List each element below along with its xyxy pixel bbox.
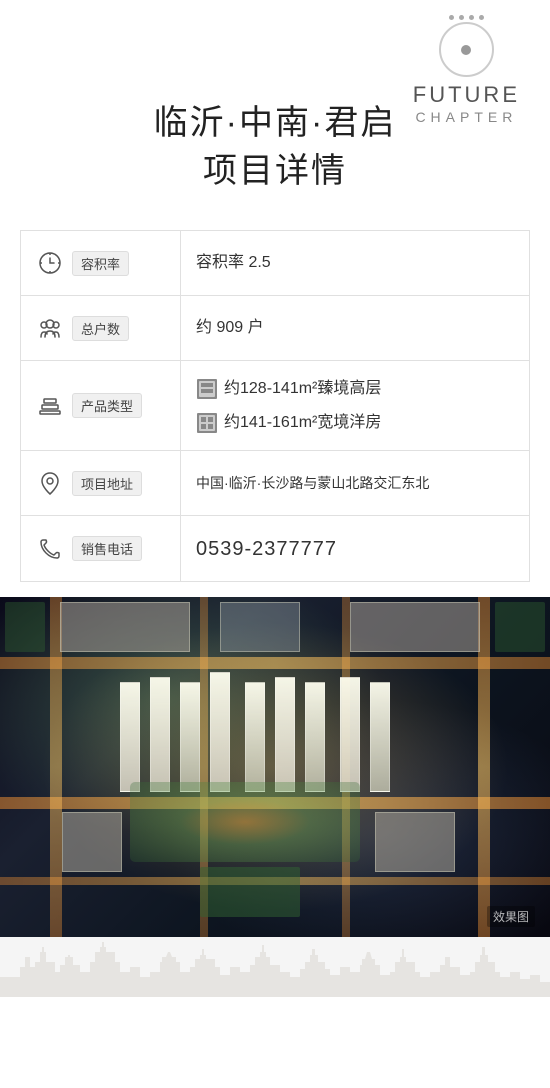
green-area-2 (495, 602, 545, 652)
product-value-2: 约141-161m²宽境洋房 (224, 410, 381, 436)
label-tag-address: 项目地址 (72, 471, 142, 496)
city-overlay (0, 597, 550, 937)
building-block-2 (220, 602, 300, 652)
info-value-product-type: 约128-141m²臻境高层 约141-161m²宽境洋房 (181, 361, 529, 450)
info-row-address: 项目地址 中国·临沂·长沙路与蒙山北路交汇东北 (21, 451, 529, 516)
info-label-household: 总户数 (21, 296, 181, 360)
aerial-image-section: 效果图 (0, 597, 550, 937)
tower-8 (340, 677, 360, 792)
logo-dot-4 (479, 15, 484, 20)
green-area-3 (5, 602, 45, 652)
info-table: 容积率 容积率 2.5 总户数 (20, 230, 530, 582)
chapter-text: CHAPTER (413, 108, 520, 128)
logo-dot-3 (469, 15, 474, 20)
product-value-1: 约128-141m²臻境高层 (224, 376, 381, 402)
road-horizontal-1 (0, 657, 550, 669)
household-value: 约 909 户 (196, 315, 514, 341)
label-tag-product-type: 产品类型 (72, 393, 142, 418)
phone-value: 0539-2377777 (196, 533, 514, 565)
title-line2: 项目详情 (30, 148, 520, 196)
logo-dot-2 (459, 15, 464, 20)
plot-ratio-value: 容积率 2.5 (196, 250, 514, 276)
info-label-phone: 销售电话 (21, 516, 181, 581)
skyline-svg (0, 937, 550, 997)
product-item-2: 约141-161m²宽境洋房 (196, 410, 514, 436)
info-value-household: 约 909 户 (181, 296, 529, 360)
plot-ratio-icon (36, 249, 64, 277)
tower-3 (180, 682, 200, 792)
info-row-product-type: 产品类型 约128-141m²臻境高层 (21, 361, 529, 451)
watermark: 效果图 (487, 906, 535, 927)
label-tag-household: 总户数 (72, 316, 129, 341)
info-label-plot-ratio: 容积率 (21, 231, 181, 295)
tower-7 (305, 682, 325, 792)
main-development (100, 672, 400, 792)
tower-2 (150, 677, 170, 792)
info-row-plot-ratio: 容积率 容积率 2.5 (21, 231, 529, 296)
tower-5 (245, 682, 265, 792)
household-icon (36, 314, 64, 342)
future-text: FUTURE (413, 82, 520, 108)
lower-block-1 (62, 812, 122, 872)
header-section: FUTURE CHAPTER 临沂·中南·君启 项目详情 (0, 0, 550, 220)
building-block-1 (60, 602, 190, 652)
phone-icon (36, 535, 64, 563)
lower-block-2 (375, 812, 455, 872)
tower-1 (120, 682, 140, 792)
central-garden (130, 782, 360, 862)
info-value-phone: 0539-2377777 (181, 516, 529, 581)
address-value: 中国·临沂·长沙路与蒙山北路交汇东北 (196, 472, 514, 494)
future-chapter-logo: FUTURE CHAPTER (413, 15, 520, 128)
green-area-1 (200, 867, 300, 917)
logo-circle-inner (461, 45, 471, 55)
building-block-3 (350, 602, 480, 652)
info-label-address: 项目地址 (21, 451, 181, 515)
logo-dot-1 (449, 15, 454, 20)
info-label-product-type: 产品类型 (21, 361, 181, 450)
info-row-phone: 销售电话 0539-2377777 (21, 516, 529, 581)
info-value-address: 中国·临沂·长沙路与蒙山北路交汇东北 (181, 451, 529, 515)
info-value-plot-ratio: 容积率 2.5 (181, 231, 529, 295)
product-type-icon (36, 392, 64, 420)
aerial-image: 效果图 (0, 597, 550, 937)
skyline-section (0, 937, 550, 997)
page-container: FUTURE CHAPTER 临沂·中南·君启 项目详情 (0, 0, 550, 1088)
tower-4 (210, 672, 230, 792)
address-icon (36, 469, 64, 497)
label-tag-phone: 销售电话 (72, 536, 142, 561)
tower-9 (370, 682, 390, 792)
tower-6 (275, 677, 295, 792)
label-tag-plot-ratio: 容积率 (72, 251, 129, 276)
info-row-household: 总户数 约 909 户 (21, 296, 529, 361)
product-item-1: 约128-141m²臻境高层 (196, 376, 514, 402)
logo-circle (439, 22, 494, 77)
